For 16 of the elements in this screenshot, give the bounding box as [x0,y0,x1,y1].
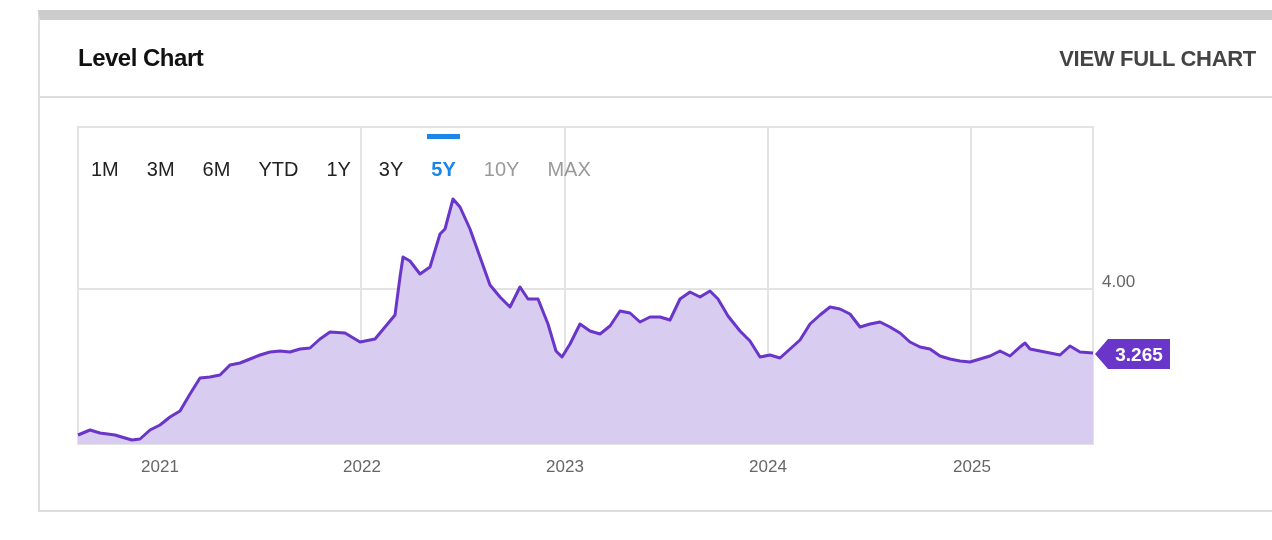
range-tab[interactable]: 3Y [374,134,408,185]
range-tab[interactable]: 1M [87,134,123,185]
current-value-badge: 3.265 [1095,339,1170,369]
range-tab[interactable]: 6M [198,134,235,185]
x-axis-label: 2022 [343,457,381,476]
range-tab[interactable]: 1Y [322,134,355,185]
x-axis-label: 2025 [953,457,991,476]
y-axis-label: 4.00 [1102,272,1136,291]
view-full-chart-link[interactable]: VIEW FULL CHART [1059,41,1256,75]
x-axis-label: 2024 [749,457,787,476]
x-axis-label: 2023 [546,457,584,476]
range-tab[interactable]: 5Y [427,134,460,185]
range-tab[interactable]: YTD [254,134,303,185]
x-axis-label: 2021 [141,457,179,476]
card-title: Level Chart [78,43,204,73]
range-tab[interactable]: 3M [142,134,179,185]
